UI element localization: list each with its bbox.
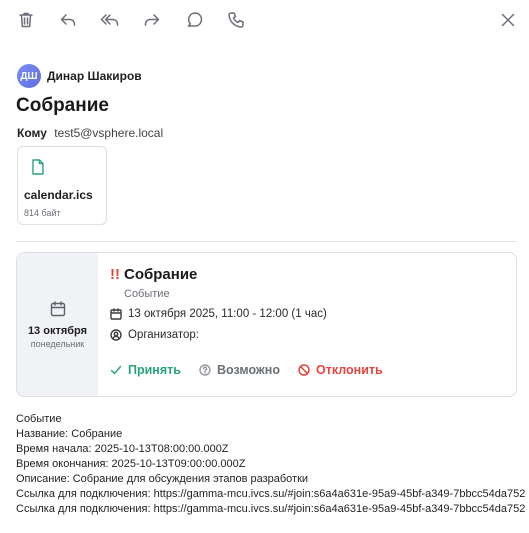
- attachment-size: 814 байт: [24, 208, 61, 218]
- rsvp-actions: Принять Возможно Отклонить: [110, 363, 401, 377]
- reply-all-button[interactable]: [99, 11, 121, 33]
- body-line: Ссылка для подключения: https://gamma-mc…: [16, 503, 526, 515]
- recipients-row: Кому test5@vsphere.local: [17, 126, 163, 140]
- organizer-label: Организатор:: [128, 329, 199, 341]
- check-icon: [110, 365, 122, 375]
- body-line: Название: Собрание: [16, 428, 123, 440]
- event-weekday: понедельник: [30, 339, 85, 349]
- body-line: Ссылка для подключения: https://gamma-mc…: [16, 488, 526, 500]
- body-line: Время окончания: 2025-10-13T09:00:00.000…: [16, 458, 246, 470]
- call-button[interactable]: [225, 11, 247, 33]
- trash-icon: [16, 10, 36, 35]
- accept-button[interactable]: Принять: [110, 363, 181, 377]
- decline-button[interactable]: Отклонить: [298, 363, 383, 377]
- calendar-icon: [49, 300, 67, 318]
- close-button[interactable]: [497, 11, 519, 33]
- delete-button[interactable]: [15, 11, 37, 33]
- to-label: Кому: [17, 126, 47, 140]
- recipient-address[interactable]: test5@vsphere.local: [54, 126, 163, 140]
- event-type: Событие: [124, 288, 170, 300]
- message-body: Событие Название: Собрание Время начала:…: [16, 412, 525, 517]
- message-toolbar: [0, 0, 529, 46]
- priority-mark: !!: [110, 266, 120, 283]
- reply-icon: [58, 10, 78, 35]
- maybe-label: Возможно: [216, 363, 280, 377]
- event-invite-card: 13 октября понедельник !! Собрание Событ…: [16, 252, 517, 397]
- attachment-card[interactable]: calendar.ics 814 байт: [17, 146, 107, 225]
- event-organizer-row: Организатор:: [110, 329, 199, 341]
- sender-name[interactable]: Динар Шакиров: [47, 69, 142, 83]
- user-icon: [110, 329, 122, 341]
- sender[interactable]: ДШ Динар Шакиров: [17, 64, 142, 88]
- decline-label: Отклонить: [315, 363, 383, 377]
- event-title-row: !! Собрание: [110, 266, 197, 283]
- chat-button[interactable]: [184, 11, 206, 33]
- accept-label: Принять: [128, 363, 181, 377]
- forward-icon: [142, 10, 162, 35]
- file-icon: [31, 159, 45, 175]
- body-line: Событие: [16, 413, 62, 425]
- reply-button[interactable]: [57, 11, 79, 33]
- divider: [16, 241, 517, 242]
- maybe-button[interactable]: Возможно: [199, 363, 280, 377]
- message-subject: Собрание: [16, 95, 109, 116]
- phone-icon: [226, 10, 246, 35]
- block-icon: [298, 364, 310, 376]
- chat-icon: [185, 10, 205, 35]
- body-line: Описание: Собрание для обсуждения этапов…: [16, 473, 309, 485]
- attachment-name: calendar.ics: [24, 188, 93, 202]
- close-icon: [498, 10, 518, 35]
- question-icon: [199, 364, 211, 376]
- calendar-icon: [110, 308, 122, 320]
- reply-all-icon: [100, 10, 120, 35]
- event-date-panel: 13 октября понедельник: [17, 253, 98, 396]
- event-time: 13 октября 2025, 11:00 - 12:00 (1 час): [128, 308, 327, 320]
- avatar[interactable]: ДШ: [17, 64, 41, 88]
- body-line: Время начала: 2025-10-13T08:00:00.000Z: [16, 443, 229, 455]
- event-title: Собрание: [124, 266, 198, 283]
- forward-button[interactable]: [141, 11, 163, 33]
- event-date: 13 октября: [27, 325, 88, 337]
- event-time-row: 13 октября 2025, 11:00 - 12:00 (1 час): [110, 308, 327, 320]
